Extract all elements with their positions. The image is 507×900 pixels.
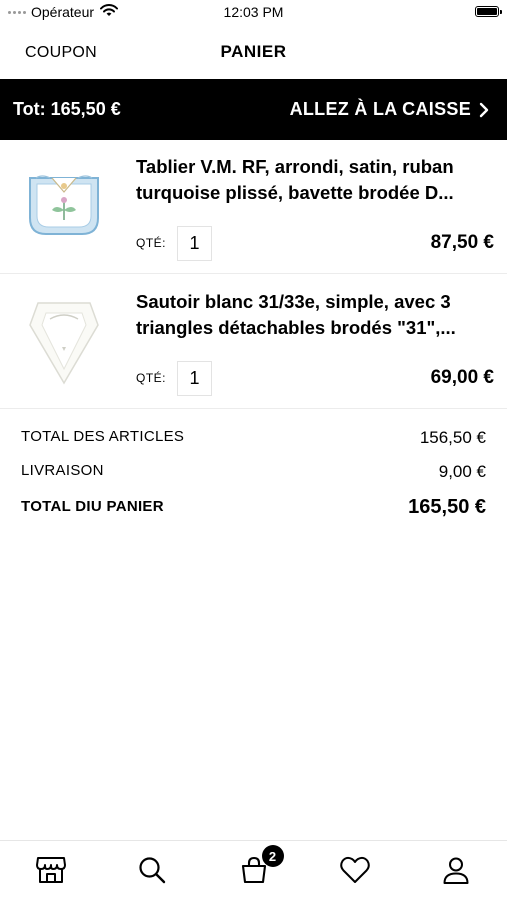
- items-total-value: 156,50 €: [419, 428, 486, 447]
- battery-icon: [475, 6, 502, 17]
- cart-item[interactable]: Tablier V.M. RF, arrondi, satin, ruban t…: [0, 140, 507, 274]
- checkout-button[interactable]: ALLEZ À LA CAISSE: [290, 99, 489, 120]
- shipping-value: 9,00 €: [438, 462, 486, 481]
- tab-bar: 2: [0, 840, 507, 900]
- heart-icon: [340, 856, 370, 883]
- product-title[interactable]: Sautoir blanc 31/33e, simple, avec 3 tri…: [136, 289, 496, 341]
- shipping-label: LIVRAISON: [21, 462, 104, 479]
- tab-favorites[interactable]: [304, 841, 405, 900]
- status-time: 12:03 PM: [223, 4, 284, 20]
- user-icon: [443, 857, 469, 884]
- store-icon: [35, 857, 66, 883]
- quantity-field[interactable]: 1: [177, 361, 212, 396]
- tab-account[interactable]: [406, 841, 507, 900]
- quantity-label: QTÉ:: [136, 371, 167, 385]
- quantity-label: QTÉ:: [136, 236, 167, 250]
- tab-cart[interactable]: 2: [203, 841, 304, 900]
- cart-item[interactable]: Sautoir blanc 31/33e, simple, avec 3 tri…: [0, 275, 507, 409]
- checkout-button-label: ALLEZ À LA CAISSE: [289, 99, 471, 119]
- shipping-row: LIVRAISON 9,00 €: [0, 462, 507, 492]
- chevron-right-icon: [479, 102, 489, 117]
- quantity-field[interactable]: 1: [177, 226, 212, 261]
- items-total-row: TOTAL DES ARTICLES 156,50 €: [0, 428, 507, 458]
- product-price: 87,50 €: [430, 232, 494, 253]
- items-total-label: TOTAL DES ARTICLES: [21, 428, 185, 445]
- nav-bar: COUPON PANIER: [0, 28, 507, 78]
- product-image[interactable]: [18, 295, 110, 387]
- search-icon: [139, 857, 166, 884]
- checkout-bar: Tot: 165,50 € ALLEZ À LA CAISSE: [0, 79, 507, 140]
- cart-total-row: TOTAL DIU PANIER 165,50 €: [0, 496, 507, 528]
- tab-search[interactable]: [101, 841, 202, 900]
- status-bar: Opérateur 12:03 PM: [0, 0, 507, 28]
- cart-total-value: 165,50 €: [408, 496, 486, 518]
- cart-badge: 2: [261, 845, 284, 867]
- cart-total-label: TOTAL DIU PANIER: [21, 498, 164, 515]
- page-title: PANIER: [220, 42, 287, 61]
- product-image[interactable]: [18, 160, 110, 252]
- checkout-total: Tot: 165,50 €: [13, 99, 121, 119]
- tab-store[interactable]: [0, 841, 101, 900]
- product-title[interactable]: Tablier V.M. RF, arrondi, satin, ruban t…: [136, 154, 496, 206]
- product-price: 69,00 €: [430, 367, 494, 388]
